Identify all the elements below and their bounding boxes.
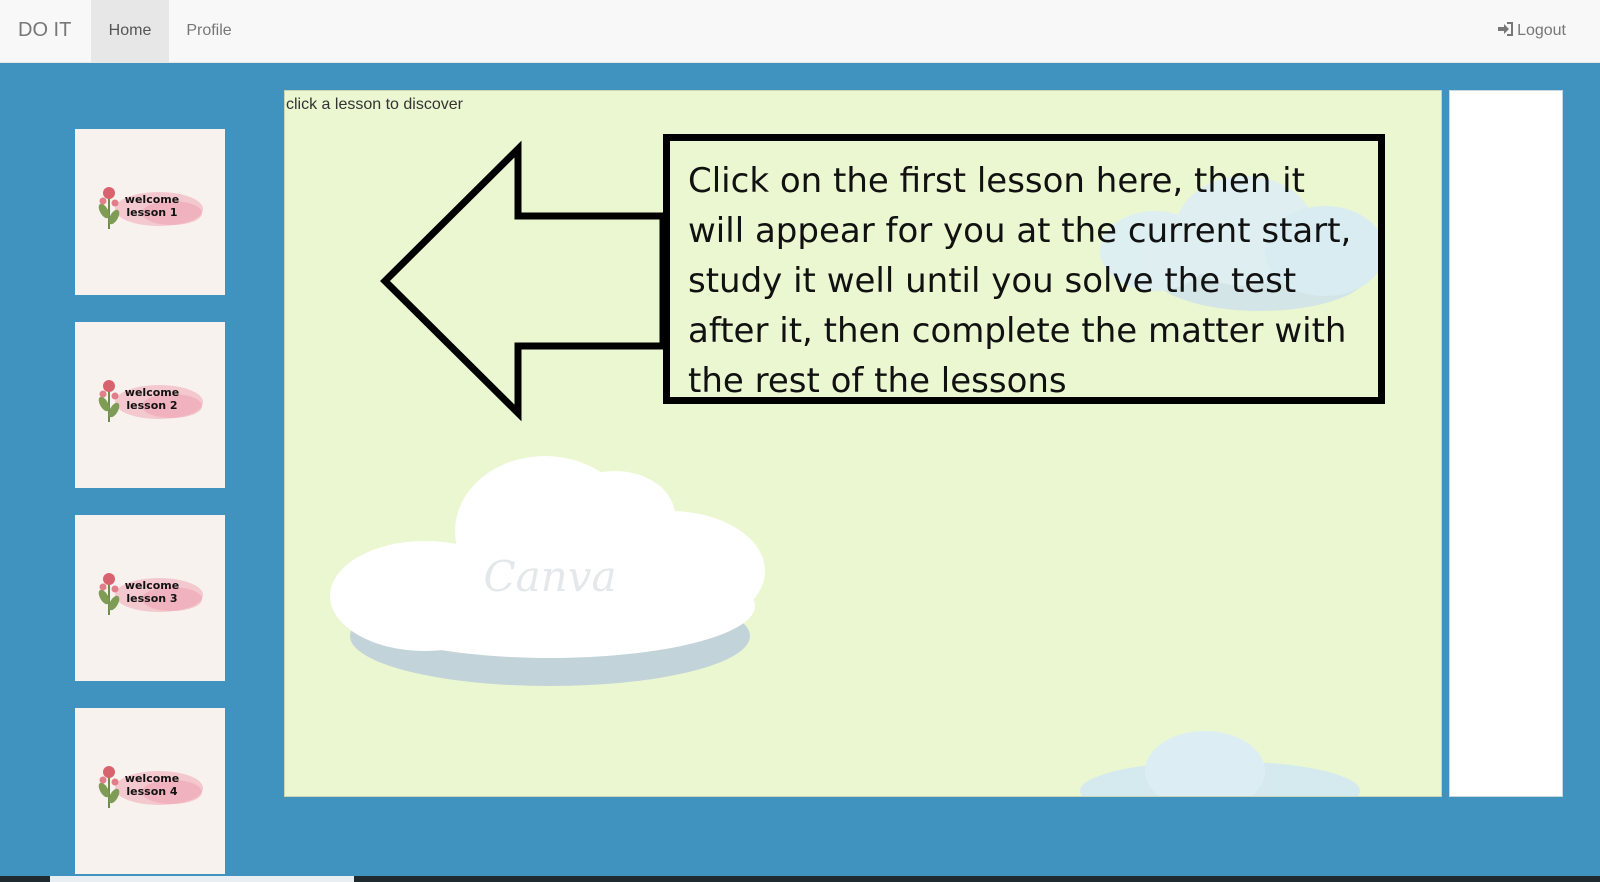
nav-home[interactable]: Home bbox=[91, 0, 169, 62]
blue-cloud-bottom bbox=[1080, 731, 1360, 796]
hint-text: click a lesson to discover bbox=[286, 96, 463, 113]
instruction-box: Click on the first lesson here, then it … bbox=[663, 134, 1385, 404]
lesson-card-1[interactable]: welcome lesson 1 bbox=[75, 129, 225, 295]
lesson-card-title: welcome lesson 2 bbox=[124, 386, 180, 412]
brand-logo[interactable]: DO IT bbox=[18, 19, 71, 42]
lesson-card-title: welcome lesson 3 bbox=[124, 579, 180, 605]
logout-button[interactable]: Logout bbox=[1497, 0, 1566, 62]
lesson-card-4[interactable]: welcome lesson 4 bbox=[75, 708, 225, 874]
logout-label: Logout bbox=[1517, 22, 1566, 39]
right-panel bbox=[1449, 90, 1563, 797]
lesson-card-title: welcome lesson 4 bbox=[124, 772, 180, 798]
lesson-card-title: welcome lesson 1 bbox=[124, 193, 180, 219]
bottom-scroll-indicator bbox=[50, 876, 354, 882]
white-cloud: Canva bbox=[330, 456, 765, 686]
left-arrow-icon bbox=[380, 140, 667, 422]
lesson-viewer: Canva click a lesson to discover Click o… bbox=[284, 90, 1442, 797]
instruction-text: Click on the first lesson here, then it … bbox=[688, 161, 1352, 401]
bottom-strip bbox=[0, 876, 1600, 882]
lesson-card-2[interactable]: welcome lesson 2 bbox=[75, 322, 225, 488]
watermark-text: Canva bbox=[484, 552, 617, 601]
lesson-card-3[interactable]: welcome lesson 3 bbox=[75, 515, 225, 681]
logout-icon bbox=[1498, 22, 1514, 36]
top-navbar: DO IT Home Profile Logout bbox=[0, 0, 1600, 63]
nav-profile[interactable]: Profile bbox=[170, 0, 248, 62]
